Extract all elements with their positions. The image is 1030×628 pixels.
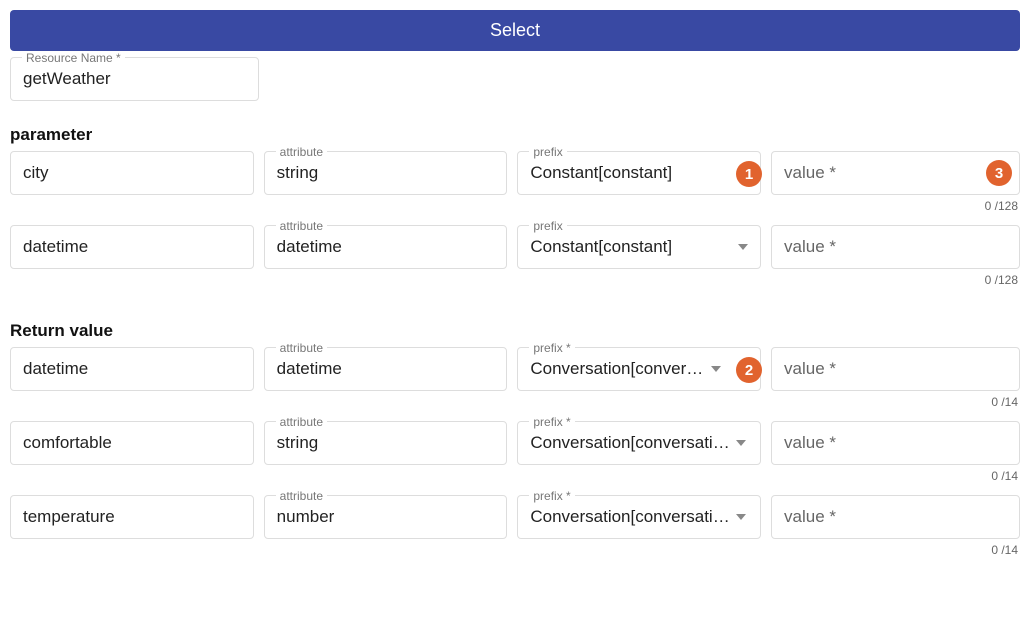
return-prefix-col: prefix * Conversation[conversation] — [517, 421, 761, 465]
parameter-row: attribute prefix Constant[constant] 0 /1… — [10, 225, 1020, 297]
char-counter: 0 /14 — [771, 543, 1018, 557]
return-value-input[interactable] — [771, 347, 1020, 391]
param-prefix-label: prefix — [529, 145, 566, 159]
return-value-block: 0 /14 — [771, 421, 1020, 493]
param-prefix-col: prefix Constant[constant] — [517, 225, 761, 269]
char-counter: 0 /14 — [771, 395, 1018, 409]
return-row: attribute prefix * Conversation[conversa… — [10, 421, 1020, 493]
param-attr-col: attribute — [264, 225, 508, 269]
return-name-col — [10, 495, 254, 539]
param-prefix-value: Constant[constant] — [530, 237, 732, 257]
resource-row: Resource Name * — [10, 57, 1020, 101]
chevron-down-icon — [736, 440, 746, 446]
return-section-title: Return value — [10, 321, 1020, 341]
return-name-input[interactable] — [10, 347, 254, 391]
badge-1: 1 — [736, 161, 762, 187]
return-attr-col: attribute — [264, 421, 508, 465]
resource-name-field-wrap: Resource Name * — [10, 57, 259, 101]
return-value-input[interactable] — [771, 421, 1020, 465]
return-value-block: 0 /14 — [771, 495, 1020, 567]
chevron-down-icon — [738, 244, 748, 250]
char-counter: 0 /128 — [771, 199, 1018, 213]
param-attr-col: attribute — [264, 151, 508, 195]
param-attr-label: attribute — [276, 219, 327, 233]
return-prefix-value: Conversation[conversation] — [530, 507, 730, 527]
return-prefix-label: prefix * — [529, 489, 574, 503]
param-prefix-col: prefix Constant[constant] 1 — [517, 151, 761, 195]
resource-name-label: Resource Name * — [22, 51, 125, 65]
return-value-input[interactable] — [771, 495, 1020, 539]
param-prefix-value: Constant[constant] — [530, 163, 732, 183]
param-name-col — [10, 225, 254, 269]
param-value-col: 3 — [771, 151, 1020, 195]
param-value-col — [771, 225, 1020, 269]
return-row: attribute prefix * Conversation[conversa… — [10, 495, 1020, 567]
param-value-input[interactable] — [771, 151, 1020, 195]
badge-3: 3 — [986, 160, 1012, 186]
return-prefix-label: prefix * — [529, 415, 574, 429]
chevron-down-icon — [736, 514, 746, 520]
return-attr-label: attribute — [276, 415, 327, 429]
return-name-col — [10, 347, 254, 391]
param-name-input[interactable] — [10, 151, 254, 195]
param-value-block: 3 0 /128 — [771, 151, 1020, 223]
param-value-input[interactable] — [771, 225, 1020, 269]
char-counter: 0 /128 — [771, 273, 1018, 287]
return-prefix-value: Conversation[conversation] — [530, 433, 730, 453]
return-value-col — [771, 495, 1020, 539]
return-attr-col: attribute — [264, 347, 508, 391]
parameter-row: attribute prefix Constant[constant] 1 3 … — [10, 151, 1020, 223]
return-prefix-value: Conversation[conversation] — [530, 359, 705, 379]
return-attr-label: attribute — [276, 489, 327, 503]
param-name-input[interactable] — [10, 225, 254, 269]
return-value-col — [771, 421, 1020, 465]
return-prefix-col: prefix * Conversation[conversation] — [517, 495, 761, 539]
parameter-section-title: parameter — [10, 125, 1020, 145]
param-value-block: 0 /128 — [771, 225, 1020, 297]
select-header-label: Select — [490, 20, 540, 40]
param-prefix-label: prefix — [529, 219, 566, 233]
char-counter: 0 /14 — [771, 469, 1018, 483]
return-prefix-label: prefix * — [529, 341, 574, 355]
return-name-input[interactable] — [10, 421, 254, 465]
return-value-col — [771, 347, 1020, 391]
form-content: Resource Name * parameter attribute pref… — [0, 57, 1030, 579]
badge-2: 2 — [736, 357, 762, 383]
return-attr-label: attribute — [276, 341, 327, 355]
chevron-down-icon — [711, 366, 721, 372]
return-value-block: 0 /14 — [771, 347, 1020, 419]
return-name-col — [10, 421, 254, 465]
param-name-col — [10, 151, 254, 195]
return-attr-col: attribute — [264, 495, 508, 539]
param-attr-label: attribute — [276, 145, 327, 159]
return-name-input[interactable] — [10, 495, 254, 539]
return-prefix-col: prefix * Conversation[conversation] 2 — [517, 347, 761, 391]
select-header-button[interactable]: Select — [10, 10, 1020, 51]
return-row: attribute prefix * Conversation[conversa… — [10, 347, 1020, 419]
